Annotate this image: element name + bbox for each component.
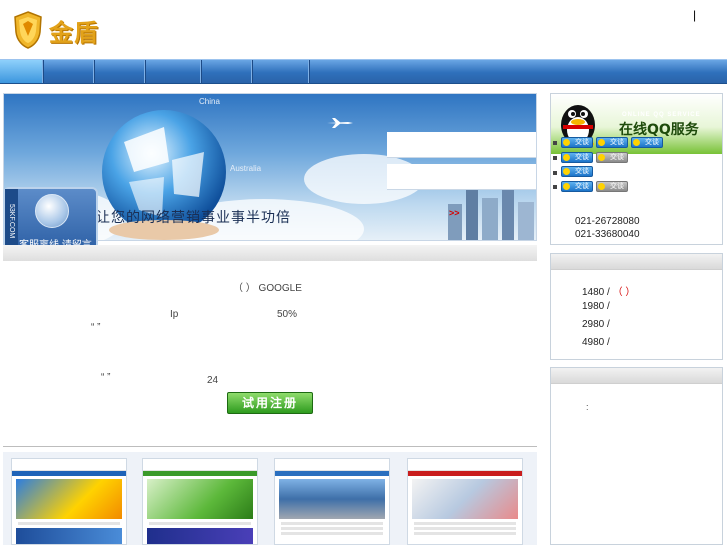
main-nav (0, 59, 727, 84)
case-image (147, 479, 253, 519)
qq-row-4: 交谈 交谈 (561, 181, 628, 192)
qq-phone-1: 021-26728080 (575, 216, 640, 227)
case-image (412, 479, 518, 519)
case-thumbnail[interactable] (11, 458, 127, 545)
case-text-line (414, 532, 516, 535)
case-image (16, 528, 122, 544)
qq-chat-button[interactable]: 交谈 (561, 152, 593, 163)
qq-chat-button-offline[interactable]: 交谈 (596, 152, 628, 163)
nav-item-6[interactable] (253, 60, 310, 83)
case-text-line (149, 522, 251, 525)
case-header (275, 459, 389, 471)
intro-line-4b: 24 (207, 375, 219, 386)
bullet-icon (553, 185, 557, 189)
page: 金盾 | China Australia 让您的网络营销事业事半功倍 >> 53… (0, 0, 727, 545)
price-note: （ ） (612, 287, 636, 298)
nav-item-2[interactable] (44, 60, 95, 83)
price-item: 1480 / （ ） (582, 283, 635, 298)
case-text-line (18, 522, 120, 525)
qq-english-label: ONLINE QQ SERVICE (622, 112, 701, 118)
brand-name: 金盾 (49, 18, 99, 47)
header: 金盾 | (0, 0, 727, 58)
qq-chat-button-offline[interactable]: 交谈 (596, 181, 628, 192)
shield-icon (14, 11, 42, 49)
price-panel: 1480 / （ ） 1980 / 2980 / 4980 / (550, 253, 723, 360)
case-header (12, 459, 126, 471)
trial-register-button[interactable]: 试用注册 (227, 392, 313, 414)
login-go-link[interactable]: >> (449, 208, 460, 218)
case-nav-bar (408, 471, 522, 476)
nav-item-3[interactable] (95, 60, 146, 83)
intro-header-bar (3, 245, 537, 261)
qq-row-2: 交谈 交谈 (561, 152, 628, 163)
case-text-line (281, 522, 383, 525)
qq-chat-button[interactable]: 交谈 (561, 166, 593, 177)
username-field[interactable] (387, 132, 536, 158)
qq-chat-button[interactable]: 交谈 (596, 137, 628, 148)
intro-line-2a: Ip (170, 309, 179, 320)
nav-item-4[interactable] (146, 60, 202, 83)
section-divider (3, 446, 537, 447)
airplane-icon (327, 118, 353, 128)
password-field[interactable] (387, 164, 536, 190)
case-nav-bar (143, 471, 257, 476)
intro-line-3: “ ” (91, 322, 101, 333)
banner-label-china: China (199, 97, 220, 106)
case-text-line (281, 527, 383, 530)
case-image (16, 479, 122, 519)
price-amount: 1480 (582, 287, 605, 298)
info-panel-header (551, 368, 722, 384)
bullet-icon (553, 171, 557, 175)
info-text: : (586, 402, 589, 412)
nav-filler (310, 60, 727, 83)
qq-row-1: 交谈 交谈 交谈 (561, 137, 663, 148)
qq-service-panel: ONLINE QQ SERVICE 在线QQ服务 交谈 交谈 交谈 交谈 交谈 … (550, 93, 723, 245)
case-thumbnail[interactable] (407, 458, 523, 545)
case-header (408, 459, 522, 471)
header-separator: | (693, 8, 697, 22)
case-image (279, 479, 385, 519)
case-gallery (3, 452, 537, 545)
login-box: >> (387, 132, 536, 222)
case-text-line (414, 522, 516, 525)
banner-slogan: 让您的网络营销事业事半功倍 (96, 210, 291, 226)
price-amount: 1980 (582, 301, 605, 312)
service-avatar-icon (35, 194, 69, 228)
price-separator: / (607, 301, 610, 312)
qq-chat-button[interactable]: 交谈 (561, 181, 593, 192)
price-item: 1980 / (582, 301, 610, 312)
case-text-line (281, 532, 383, 535)
nav-item-1[interactable] (0, 60, 44, 83)
price-separator: / (607, 337, 610, 348)
price-panel-header (551, 254, 722, 270)
qq-row-3: 交谈 (561, 166, 593, 177)
price-separator: / (607, 287, 610, 298)
case-header (143, 459, 257, 471)
qq-title: 在线QQ服务 (619, 122, 699, 138)
price-item: 2980 / (582, 319, 610, 330)
case-thumbnail[interactable] (274, 458, 390, 545)
info-panel: : (550, 367, 723, 545)
brand-logo[interactable]: 金盾 (13, 10, 99, 50)
banner-label-australia: Australia (230, 164, 262, 173)
case-text-line (414, 527, 516, 530)
case-image (147, 528, 253, 544)
price-amount: 2980 (582, 319, 605, 330)
qq-phone-2: 021-33680040 (575, 229, 640, 240)
case-nav-bar (275, 471, 389, 476)
case-nav-bar (12, 471, 126, 476)
intro-line-2b: 50% (277, 309, 298, 320)
price-separator: / (607, 319, 610, 330)
price-amount: 4980 (582, 337, 605, 348)
bullet-icon (553, 141, 557, 145)
price-item: 4980 / (582, 337, 610, 348)
qq-chat-button[interactable]: 交谈 (561, 137, 593, 148)
nav-item-5[interactable] (202, 60, 253, 83)
case-thumbnail[interactable] (142, 458, 258, 545)
service-side-label: 53KF.COM (5, 189, 18, 253)
qq-chat-button[interactable]: 交谈 (631, 137, 663, 148)
intro-line-4a: “ ” (101, 372, 111, 383)
bullet-icon (553, 156, 557, 160)
intro-line-1: （ ） GOOGLE (233, 283, 302, 294)
